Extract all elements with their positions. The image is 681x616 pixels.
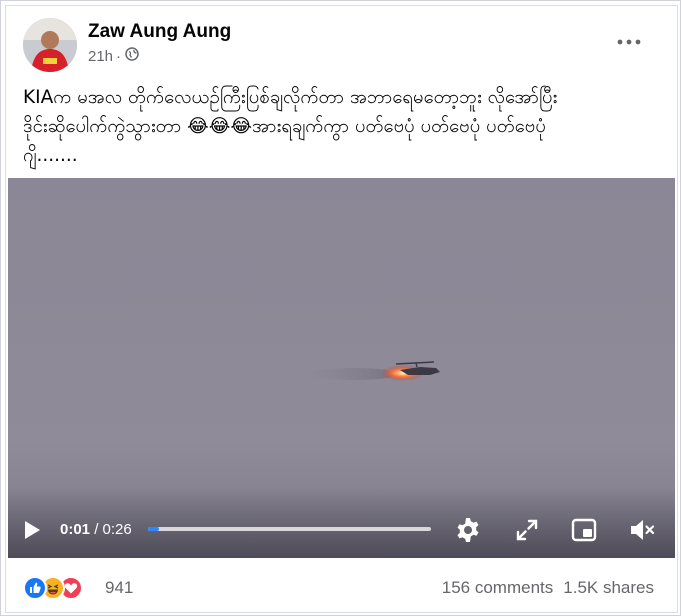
author-name[interactable]: Zaw Aung Aung xyxy=(88,21,231,43)
video-time: 0:01 / 0:26 xyxy=(60,521,132,538)
video-progress-fill xyxy=(148,527,160,531)
duration: 0:26 xyxy=(102,521,132,538)
more-dots-icon[interactable] xyxy=(609,27,649,57)
comments-count[interactable]: 156 comments xyxy=(442,578,554,598)
author-avatar[interactable] xyxy=(23,18,77,72)
reaction-count[interactable]: 941 xyxy=(105,578,133,598)
reaction-icons[interactable] xyxy=(23,575,83,601)
play-icon[interactable] xyxy=(20,518,44,542)
meta-separator: · xyxy=(116,47,122,65)
video-frame-helicopter xyxy=(308,361,440,381)
picture-in-picture-icon[interactable] xyxy=(570,516,598,544)
video-progress-bar[interactable] xyxy=(148,527,431,531)
settings-gear-icon[interactable] xyxy=(454,516,482,544)
globe-icon xyxy=(125,47,139,65)
mute-icon[interactable] xyxy=(628,516,656,544)
post-text: KIAက မအလ တိုက်လေယဥ်ကြီးပြစ်ချလိုက်တာ အဘာ… xyxy=(23,87,558,166)
post-meta: 21h · xyxy=(88,47,139,65)
fullscreen-expand-icon[interactable] xyxy=(513,516,541,544)
video-player[interactable]: 0:01 / 0:26 xyxy=(8,178,675,558)
engagement-stats: 156 comments 1.5K shares xyxy=(442,578,654,598)
like-icon xyxy=(23,576,47,600)
video-controls: 0:01 / 0:26 xyxy=(8,508,675,552)
post-timestamp[interactable]: 21h xyxy=(88,48,113,65)
post-card: Zaw Aung Aung 21h · KIAက မအလ တိုက်လေယဥ်က… xyxy=(0,0,681,616)
time-separator: / xyxy=(90,521,103,538)
current-time: 0:01 xyxy=(60,521,91,538)
shares-count[interactable]: 1.5K shares xyxy=(563,578,654,598)
